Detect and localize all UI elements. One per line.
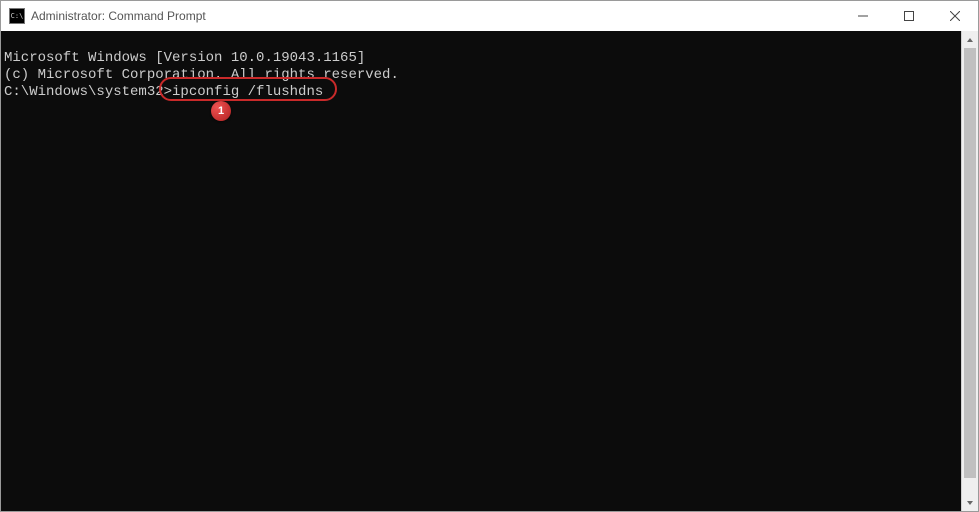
window-title: Administrator: Command Prompt [31, 9, 206, 23]
scroll-up-button[interactable] [962, 31, 978, 48]
terminal-prompt: C:\Windows\system32> [4, 84, 172, 100]
vertical-scrollbar[interactable] [961, 31, 978, 511]
terminal-line: Microsoft Windows [Version 10.0.19043.11… [4, 50, 958, 67]
app-icon: C:\ [9, 8, 25, 24]
window-controls [840, 1, 978, 31]
scroll-down-button[interactable] [962, 494, 978, 511]
terminal-prompt-line: C:\Windows\system32>ipconfig /flushdns [4, 84, 958, 101]
terminal[interactable]: Microsoft Windows [Version 10.0.19043.11… [1, 31, 961, 511]
window-frame: C:\ Administrator: Command Prompt Micros… [0, 0, 979, 512]
terminal-line: (c) Microsoft Corporation. All rights re… [4, 67, 958, 84]
titlebar[interactable]: C:\ Administrator: Command Prompt [1, 1, 978, 31]
client-area: Microsoft Windows [Version 10.0.19043.11… [1, 31, 978, 511]
scroll-thumb[interactable] [964, 48, 976, 478]
maximize-button[interactable] [886, 1, 932, 31]
scroll-track[interactable] [962, 48, 978, 494]
close-button[interactable] [932, 1, 978, 31]
annotation-badge: 1 [211, 101, 231, 121]
terminal-command: ipconfig /flushdns [172, 84, 323, 100]
minimize-button[interactable] [840, 1, 886, 31]
